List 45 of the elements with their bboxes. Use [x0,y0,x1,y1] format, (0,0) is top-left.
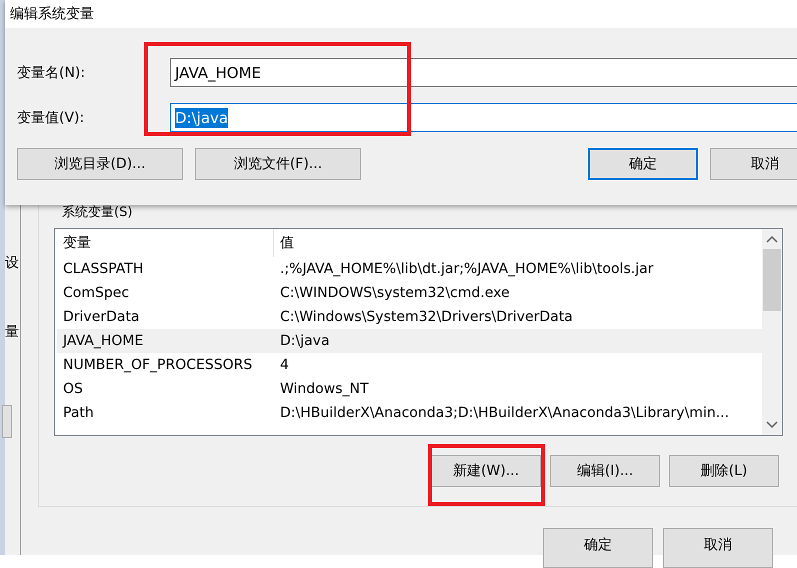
table-cell-text: C:\Windows\System32\Drivers\DriverData [279,308,573,327]
table-cell-text: Windows_NT [279,380,369,399]
cut-off-label: 量 [5,323,19,341]
input-field[interactable]: D:\java [170,103,797,132]
field-label: 变量值(V): [17,108,86,126]
dialog-button[interactable]: 浏览目录(D)... [17,148,183,180]
scrollbar-thumb[interactable] [763,249,781,311]
table-row[interactable]: NUMBER_OF_PROCESSORS 4 [57,353,762,377]
table-row[interactable]: OS Windows_NT [57,377,762,401]
dialog-button[interactable]: 浏览文件(F)... [195,148,361,180]
table-cell-text: 4 [279,356,289,375]
dialog-button[interactable]: 确定 [543,528,653,568]
table-row[interactable]: DriverData C:\Windows\System32\Drivers\DriverData [57,305,762,329]
dialog-button[interactable]: 确定 [588,148,698,180]
table-cell-text: D:\HBuilderX\Anaconda3;D:\HBuilderX\Anaconda3\Library\min... [279,404,730,423]
group-title: 系统变量(S) [62,205,134,221]
selected-row[interactable]: JAVA_HOME D:\java [57,329,762,353]
field-label: 变量名(N): [17,64,86,82]
table-cell-text: C:\WINDOWS\system32\cmd.exe [279,284,510,303]
window-title: 编辑系统变量 [10,5,94,23]
column-header[interactable]: 变量 [57,229,274,257]
table-cell-text: CLASSPATH [62,260,144,279]
table-cell-text: NUMBER_OF_PROCESSORS [62,356,254,375]
scrollbar[interactable] [762,229,782,435]
table-cell-text: ComSpec [62,284,130,303]
table-row[interactable]: ComSpec C:\WINDOWS\system32\cmd.exe [57,281,762,305]
cut-off-label: 设 [5,254,19,272]
action-button[interactable]: 删除(L) [669,455,779,487]
dialog-button[interactable]: 取消 [710,148,797,180]
table-row[interactable]: Path D:\HBuilderX\Anaconda3;D:\HBuilderX\Anaconda3\Library\min... [57,401,762,425]
table-cell-text: JAVA_HOME [61,332,144,351]
dialog-button[interactable]: 取消 [663,528,773,568]
scroll-down-icon[interactable] [766,421,778,429]
table-cell-text: D:\java [279,332,330,351]
column-header[interactable]: 值 [274,229,294,257]
table-cell-text: Path [62,404,95,423]
table-cell-text: .;%JAVA_HOME%\lib\dt.jar;%JAVA_HOME%\lib\tools.jar [279,260,654,279]
action-button[interactable]: 编辑(I)... [550,455,660,487]
table-cell-text: DriverData [62,308,141,327]
scroll-up-icon[interactable] [766,235,778,243]
action-button[interactable]: 新建(W)... [431,455,541,487]
input-field[interactable]: JAVA_HOME [170,58,797,87]
table-cell-text: OS [62,380,84,399]
cut-off-button[interactable] [2,405,12,438]
table-row[interactable]: CLASSPATH .;%JAVA_HOME%\lib\dt.jar;%JAVA_HOME%\lib\tools.jar [57,257,762,281]
